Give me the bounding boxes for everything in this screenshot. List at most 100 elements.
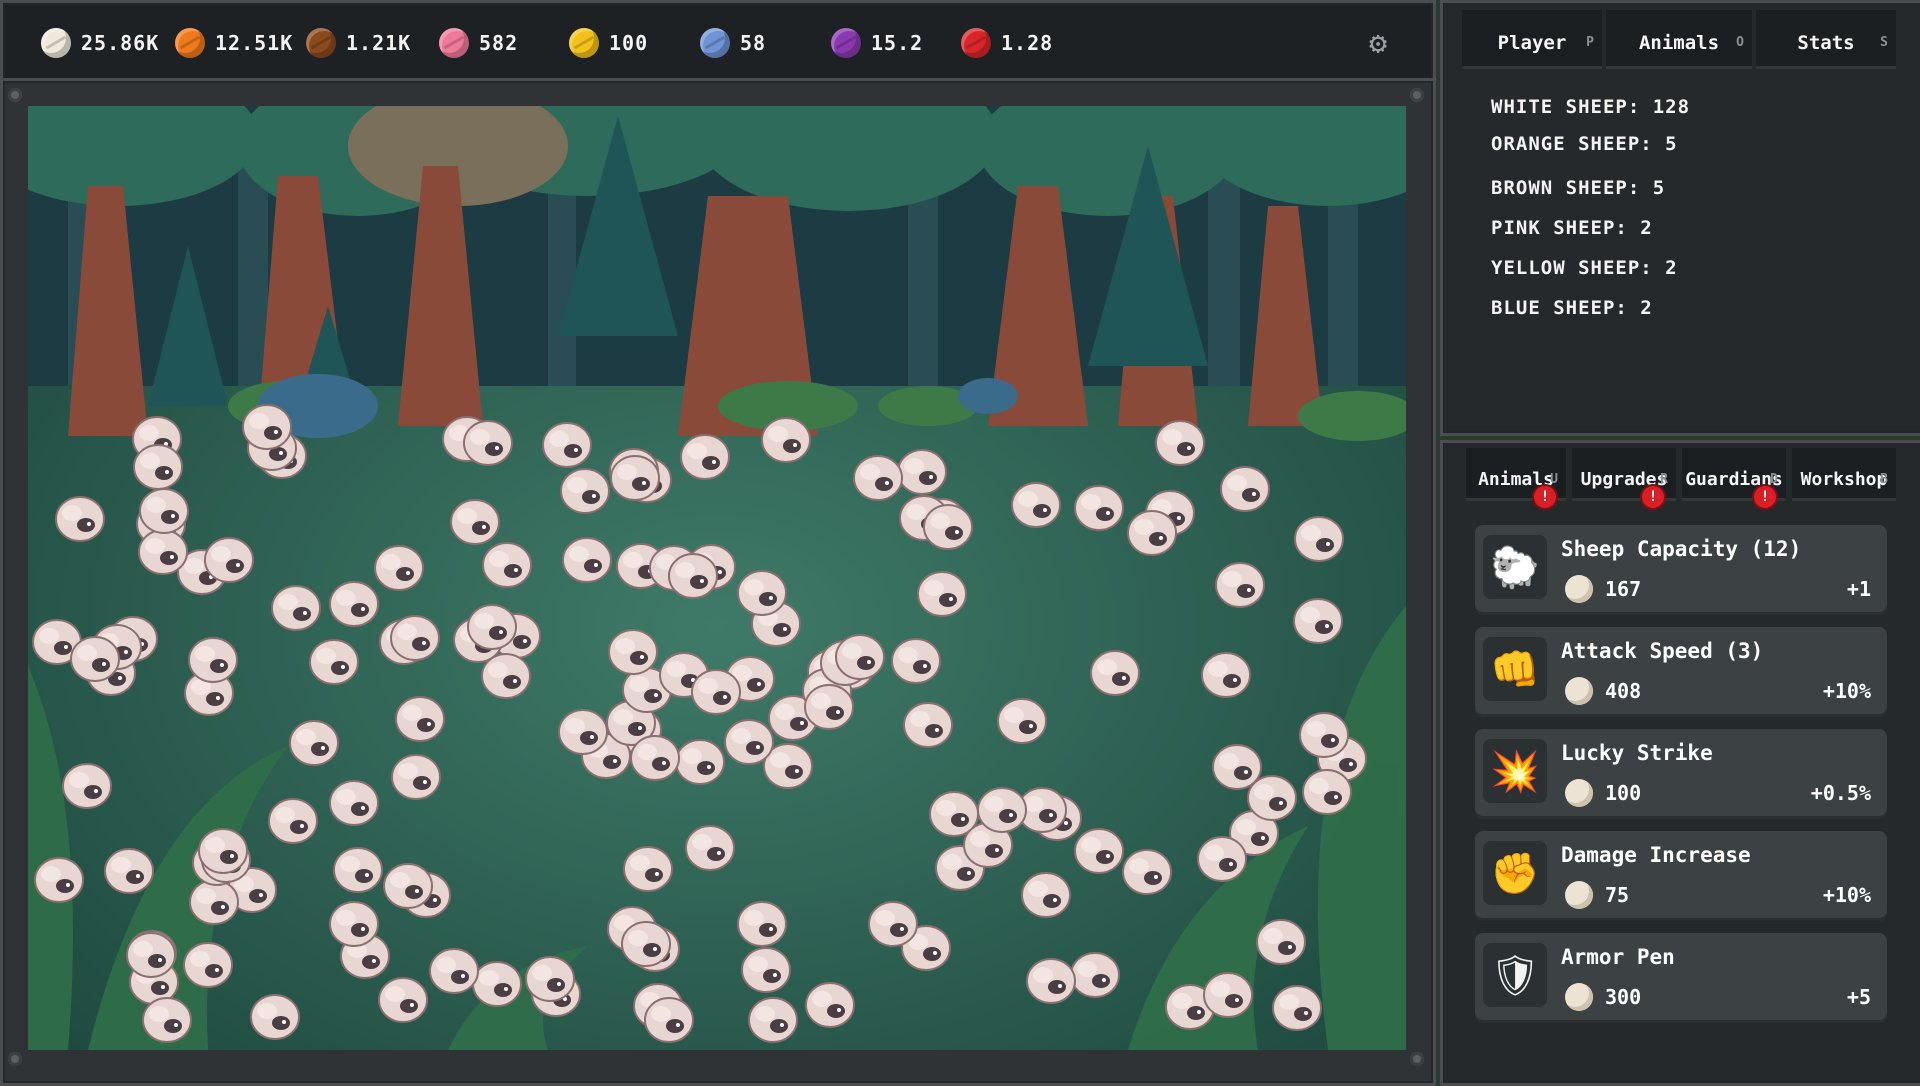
sheep[interactable] <box>183 942 233 988</box>
sheep[interactable] <box>268 798 318 844</box>
sheep[interactable] <box>1293 598 1343 644</box>
sheep[interactable] <box>55 496 105 542</box>
sheep[interactable] <box>748 997 798 1043</box>
sheep[interactable] <box>139 488 189 534</box>
sheep[interactable] <box>70 636 120 682</box>
sheep[interactable] <box>805 982 855 1028</box>
sheep[interactable] <box>558 709 608 755</box>
sheep[interactable] <box>374 545 424 591</box>
sheep[interactable] <box>1203 972 1253 1018</box>
sheep[interactable] <box>467 604 517 650</box>
sheep[interactable] <box>724 719 774 765</box>
tab-stats[interactable]: Stats S <box>1756 10 1896 69</box>
sheep[interactable] <box>542 422 592 468</box>
sheep[interactable] <box>104 848 154 894</box>
sheep[interactable] <box>390 615 440 661</box>
sheep[interactable] <box>804 684 854 730</box>
sheep[interactable] <box>126 932 176 978</box>
sheep[interactable] <box>560 468 610 514</box>
sheep[interactable] <box>250 994 300 1040</box>
sheep[interactable] <box>329 901 379 947</box>
sheep[interactable] <box>289 720 339 766</box>
sheep[interactable] <box>1074 485 1124 531</box>
sheep[interactable] <box>835 634 885 680</box>
tab-animals-info[interactable]: Animals O <box>1606 10 1752 69</box>
sheep[interactable] <box>395 696 445 742</box>
sheep[interactable] <box>977 787 1027 833</box>
sheep[interactable] <box>891 638 941 684</box>
gear-icon[interactable]: ⚙ <box>1363 29 1393 59</box>
sheep[interactable] <box>562 537 612 583</box>
sheep[interactable] <box>1090 650 1140 696</box>
sheep[interactable] <box>1302 769 1352 815</box>
sheep[interactable] <box>34 857 84 903</box>
sheep[interactable] <box>1215 562 1265 608</box>
sheep[interactable] <box>138 529 188 575</box>
sheep[interactable] <box>198 828 248 874</box>
sheep[interactable] <box>761 417 811 463</box>
tab-upgrades[interactable]: Upgrades R! <box>1572 448 1676 508</box>
sheep[interactable] <box>621 921 671 967</box>
sheep[interactable] <box>1299 712 1349 758</box>
sheep[interactable] <box>242 404 292 450</box>
sheep[interactable] <box>1026 958 1076 1004</box>
sheep[interactable] <box>923 504 973 550</box>
sheep[interactable] <box>1155 420 1205 466</box>
sheep[interactable] <box>685 825 735 871</box>
sheep[interactable] <box>189 879 239 925</box>
sheep[interactable] <box>133 444 183 490</box>
sheep[interactable] <box>608 629 658 675</box>
sheep[interactable] <box>463 420 513 466</box>
sheep[interactable] <box>472 961 522 1007</box>
sheep[interactable] <box>378 977 428 1023</box>
tab-player[interactable]: Player P <box>1462 10 1602 69</box>
sheep[interactable] <box>1201 652 1251 698</box>
sheep[interactable] <box>644 997 694 1043</box>
upgrade-lucky-strike[interactable]: 💥 Lucky Strike 100 +0.5% <box>1475 729 1887 819</box>
sheep[interactable] <box>1294 516 1344 562</box>
upgrade-damage-increase[interactable]: ✊ Damage Increase 75 +10% <box>1475 831 1887 921</box>
sheep[interactable] <box>1220 466 1270 512</box>
sheep[interactable] <box>1247 775 1297 821</box>
sheep[interactable] <box>482 542 532 588</box>
sheep[interactable] <box>610 455 660 501</box>
sheep[interactable] <box>204 537 254 583</box>
sheep[interactable] <box>271 585 321 631</box>
sheep[interactable] <box>737 901 787 947</box>
sheep[interactable] <box>429 948 479 994</box>
sheep[interactable] <box>1074 828 1124 874</box>
sheep[interactable] <box>309 639 359 685</box>
sheep[interactable] <box>1011 482 1061 528</box>
sheep[interactable] <box>391 754 441 800</box>
upgrade-armor-pen[interactable]: 🛡 Armor Pen 300 +5 <box>1475 933 1887 1023</box>
tab-workshop[interactable]: Workshop B <box>1792 448 1896 501</box>
sheep[interactable] <box>623 846 673 892</box>
tab-guardians[interactable]: Guardians D! <box>1682 448 1786 508</box>
forest-pasture-scene[interactable] <box>28 106 1406 1050</box>
sheep[interactable] <box>868 901 918 947</box>
sheep[interactable] <box>450 499 500 545</box>
sheep[interactable] <box>1256 919 1306 965</box>
sheep[interactable] <box>1122 849 1172 895</box>
sheep[interactable] <box>741 947 791 993</box>
sheep[interactable] <box>903 702 953 748</box>
tab-animals[interactable]: Animals U! <box>1466 448 1566 508</box>
sheep[interactable] <box>383 863 433 909</box>
sheep[interactable] <box>853 455 903 501</box>
upgrade-sheep-capacity[interactable]: 🐑 Sheep Capacity (12) 167 +1 <box>1475 525 1887 615</box>
sheep[interactable] <box>1272 985 1322 1031</box>
sheep[interactable] <box>997 698 1047 744</box>
sheep[interactable] <box>691 669 741 715</box>
sheep[interactable] <box>917 571 967 617</box>
sheep[interactable] <box>675 739 725 785</box>
sheep[interactable] <box>481 653 531 699</box>
sheep[interactable] <box>1197 836 1247 882</box>
sheep[interactable] <box>333 847 383 893</box>
sheep[interactable] <box>668 553 718 599</box>
sheep[interactable] <box>630 735 680 781</box>
sheep[interactable] <box>142 997 192 1043</box>
sheep[interactable] <box>1127 510 1177 556</box>
sheep[interactable] <box>897 449 947 495</box>
sheep[interactable] <box>1070 952 1120 998</box>
sheep[interactable] <box>1021 872 1071 918</box>
